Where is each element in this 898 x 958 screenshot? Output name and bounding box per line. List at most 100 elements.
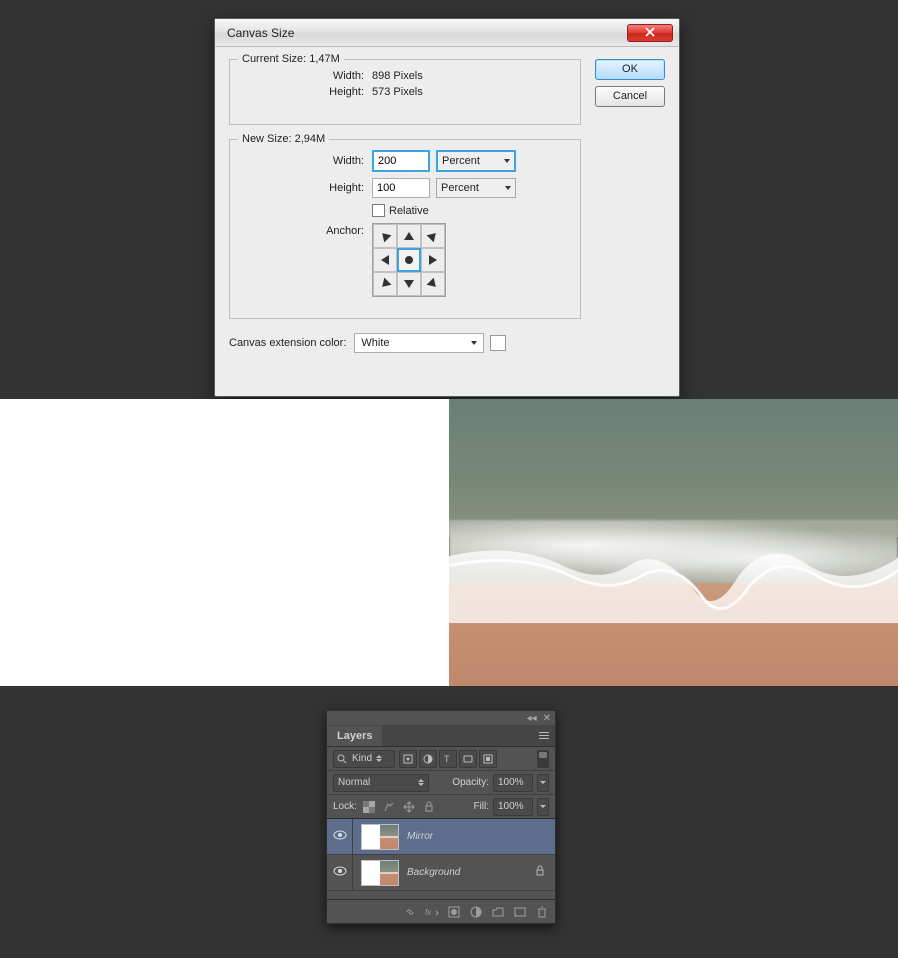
layer-item-background[interactable]: Background — [327, 855, 555, 891]
visibility-toggle[interactable] — [327, 819, 353, 854]
lock-icon — [535, 865, 545, 880]
eye-icon — [333, 866, 347, 879]
close-icon — [645, 26, 655, 40]
dialog-titlebar[interactable]: Canvas Size — [215, 19, 679, 47]
layers-tab[interactable]: Layers — [327, 726, 382, 746]
arrow-ne-icon — [427, 230, 440, 243]
svg-text:T: T — [444, 754, 450, 764]
search-icon — [337, 754, 347, 767]
collapse-icon[interactable]: ◂◂ — [527, 713, 537, 724]
relative-checkbox[interactable] — [372, 204, 385, 217]
layer-thumbnail[interactable] — [361, 824, 399, 850]
chevron-down-icon — [540, 805, 546, 808]
blend-mode-select[interactable]: Normal — [333, 774, 429, 792]
chevron-down-icon — [540, 781, 546, 784]
ok-button[interactable]: OK — [595, 59, 665, 80]
new-height-unit-select[interactable]: Percent — [436, 178, 516, 198]
anchor-n[interactable] — [397, 224, 421, 248]
layer-name: Mirror — [407, 831, 433, 842]
lock-position-icon[interactable] — [401, 799, 417, 815]
extension-color-swatch[interactable] — [490, 335, 506, 351]
stepper-icon — [418, 779, 424, 786]
new-size-legend: New Size: 2,94M — [238, 133, 329, 145]
current-height-value: 573 Pixels — [372, 86, 423, 98]
layer-thumbnail[interactable] — [361, 860, 399, 886]
panel-footer: fx — [327, 899, 555, 923]
lock-pixels-icon[interactable] — [381, 799, 397, 815]
anchor-e[interactable] — [421, 248, 445, 272]
lock-label: Lock: — [333, 801, 357, 812]
group-icon[interactable] — [491, 905, 505, 919]
cancel-button[interactable]: Cancel — [595, 86, 665, 107]
new-height-unit-value: Percent — [441, 182, 479, 194]
lock-all-icon[interactable] — [421, 799, 437, 815]
current-height-label: Height: — [244, 86, 372, 98]
filter-shape-icon[interactable] — [459, 750, 477, 768]
panel-menu-icon[interactable] — [533, 732, 555, 739]
anchor-dot-icon — [405, 256, 413, 264]
new-width-unit-select[interactable]: Percent — [436, 150, 516, 172]
panel-controls: ◂◂ ✕ — [327, 711, 555, 725]
arrow-n-icon — [404, 232, 414, 240]
layer-style-icon[interactable]: fx — [425, 905, 439, 919]
extension-color-value: White — [361, 337, 389, 349]
layer-item-mirror[interactable]: Mirror — [327, 819, 555, 855]
arrow-w-icon — [381, 255, 389, 265]
opacity-input[interactable]: 100% — [493, 774, 533, 792]
anchor-s[interactable] — [397, 272, 421, 296]
new-layer-icon[interactable] — [513, 905, 527, 919]
filter-kind-select[interactable]: Kind — [333, 750, 395, 768]
new-width-input[interactable] — [372, 150, 430, 172]
current-size-group: Current Size: 1,47M Width: 898 Pixels He… — [229, 59, 581, 125]
new-height-label: Height: — [244, 182, 372, 194]
canvas-blank-half — [0, 399, 449, 686]
anchor-nw[interactable] — [373, 224, 397, 248]
filter-pixel-icon[interactable] — [399, 750, 417, 768]
anchor-sw[interactable] — [373, 272, 397, 296]
opacity-label: Opacity: — [452, 777, 489, 788]
visibility-toggle[interactable] — [327, 855, 353, 890]
extension-color-label: Canvas extension color: — [229, 337, 354, 349]
opacity-dropdown[interactable] — [537, 774, 549, 792]
new-width-unit-value: Percent — [442, 155, 480, 167]
close-button[interactable] — [627, 24, 673, 42]
arrow-sw-icon — [379, 278, 392, 291]
current-width-label: Width: — [244, 70, 372, 82]
anchor-w[interactable] — [373, 248, 397, 272]
fill-input[interactable]: 100% — [493, 798, 533, 816]
chevron-down-icon — [504, 159, 510, 163]
layer-mask-icon[interactable] — [447, 905, 461, 919]
filter-adjustment-icon[interactable] — [419, 750, 437, 768]
adjustment-layer-icon[interactable] — [469, 905, 483, 919]
anchor-se[interactable] — [421, 272, 445, 296]
link-layers-icon[interactable] — [403, 905, 417, 919]
lock-transparency-icon[interactable] — [361, 799, 377, 815]
chevron-down-icon — [505, 186, 511, 190]
eye-icon — [333, 830, 347, 843]
filter-smart-icon[interactable] — [479, 750, 497, 768]
fill-dropdown[interactable] — [537, 798, 549, 816]
relative-label: Relative — [389, 205, 429, 217]
anchor-grid — [372, 223, 446, 297]
anchor-center[interactable] — [397, 248, 421, 272]
current-size-legend: Current Size: 1,47M — [238, 53, 344, 65]
canvas-preview — [0, 399, 898, 686]
canvas-image-half — [449, 399, 898, 686]
new-height-input[interactable] — [372, 178, 430, 198]
new-size-group: New Size: 2,94M Width: Percent Height: P… — [229, 139, 581, 319]
delete-layer-icon[interactable] — [535, 905, 549, 919]
blend-mode-value: Normal — [338, 777, 370, 788]
layer-list: Mirror Background — [327, 819, 555, 891]
extension-color-select[interactable]: White — [354, 333, 484, 353]
filter-kind-value: Kind — [352, 753, 372, 764]
svg-text:fx: fx — [425, 908, 432, 917]
fill-label: Fill: — [473, 801, 489, 812]
arrow-nw-icon — [379, 230, 392, 243]
filter-type-icon[interactable]: T — [439, 750, 457, 768]
anchor-ne[interactable] — [421, 224, 445, 248]
arrow-se-icon — [427, 278, 440, 291]
arrow-e-icon — [429, 255, 437, 265]
filter-toggle[interactable] — [537, 750, 549, 768]
layer-name: Background — [407, 867, 460, 878]
panel-close-icon[interactable]: ✕ — [543, 713, 551, 724]
